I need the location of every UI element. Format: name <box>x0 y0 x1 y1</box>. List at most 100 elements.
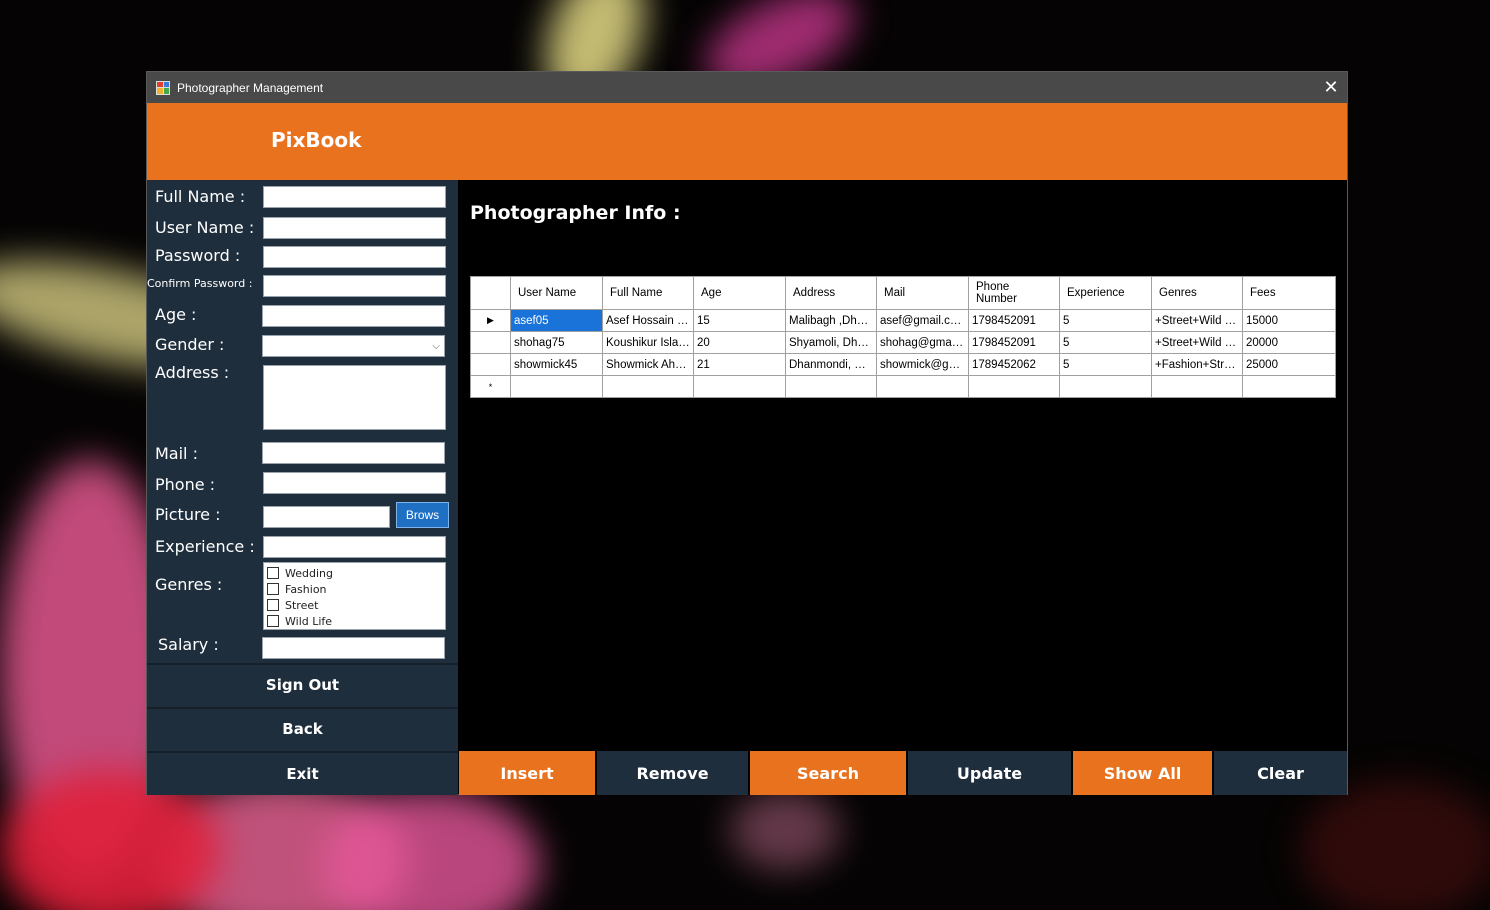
salary-input[interactable] <box>262 637 445 659</box>
column-header[interactable]: Fees <box>1242 276 1336 310</box>
new-row[interactable]: * <box>470 375 1336 398</box>
table-cell[interactable] <box>785 375 877 398</box>
table-cell[interactable]: Koushikur Islam... <box>602 331 694 354</box>
table-cell[interactable] <box>876 375 969 398</box>
table-cell[interactable] <box>602 375 694 398</box>
update-button[interactable]: Update <box>908 751 1073 795</box>
password-label: Password : <box>155 246 241 265</box>
clear-button[interactable]: Clear <box>1214 751 1347 795</box>
age-label: Age : <box>155 305 197 324</box>
insert-button[interactable]: Insert <box>459 751 597 795</box>
table-cell[interactable]: 5 <box>1059 331 1152 354</box>
table-cell[interactable]: 1798452091 <box>968 309 1060 332</box>
column-header[interactable]: Age <box>693 276 786 310</box>
row-header[interactable] <box>470 331 511 354</box>
table-cell[interactable]: +Fashion+Street <box>1151 353 1243 376</box>
table-cell[interactable]: 21 <box>693 353 786 376</box>
new-row-icon[interactable]: * <box>470 375 511 398</box>
table-cell[interactable]: Shyamoli, Dhaka <box>785 331 877 354</box>
current-row-icon[interactable]: ▶ <box>470 309 511 332</box>
table-cell[interactable]: shohag@gmail.... <box>876 331 969 354</box>
salary-label: Salary : <box>158 635 219 654</box>
full-name-label: Full Name : <box>155 187 246 206</box>
column-header[interactable]: Address <box>785 276 877 310</box>
grid-header-row: User Name Full Name Age Address Mail Pho… <box>470 276 1336 310</box>
table-cell[interactable] <box>510 375 603 398</box>
table-cell[interactable]: asef05 <box>510 309 603 332</box>
checkbox-icon[interactable] <box>267 583 279 595</box>
show-all-button[interactable]: Show All <box>1073 751 1214 795</box>
address-textarea[interactable] <box>263 365 446 430</box>
table-cell[interactable]: +Street+Wild Life <box>1151 331 1243 354</box>
table-cell[interactable]: Asef Hossain K... <box>602 309 694 332</box>
table-cell[interactable] <box>968 375 1060 398</box>
table-row[interactable]: shohag75 Koushikur Islam... 20 Shyamoli,… <box>470 331 1336 354</box>
phone-label: Phone : <box>155 475 216 494</box>
column-header[interactable]: Mail <box>876 276 969 310</box>
photographer-management-window: Photographer Management ✕ PixBook Full N… <box>146 71 1348 795</box>
genre-fashion[interactable]: Fashion <box>267 581 442 597</box>
genre-wedding[interactable]: Wedding <box>267 565 442 581</box>
table-cell[interactable] <box>1151 375 1243 398</box>
table-cell[interactable]: Dhanmondi, Dh... <box>785 353 877 376</box>
exit-button[interactable]: Exit <box>147 751 458 795</box>
full-name-input[interactable] <box>263 186 446 208</box>
table-cell[interactable]: 25000 <box>1242 353 1336 376</box>
picture-label: Picture : <box>155 505 221 524</box>
remove-button[interactable]: Remove <box>597 751 750 795</box>
close-icon[interactable]: ✕ <box>1315 72 1347 103</box>
section-title: Photographer Info : <box>470 202 681 224</box>
window-title: Photographer Management <box>177 80 324 95</box>
checkbox-icon[interactable] <box>267 567 279 579</box>
photographer-grid: User Name Full Name Age Address Mail Pho… <box>470 276 1336 398</box>
user-name-input[interactable] <box>263 217 446 239</box>
mail-input[interactable] <box>262 442 445 464</box>
column-header[interactable]: User Name <box>510 276 603 310</box>
table-cell[interactable]: shohag75 <box>510 331 603 354</box>
header-banner: PixBook <box>147 103 1347 180</box>
phone-input[interactable] <box>263 472 446 494</box>
table-cell[interactable] <box>693 375 786 398</box>
table-row[interactable]: ▶ asef05 Asef Hossain K... 15 Malibagh ,… <box>470 309 1336 332</box>
genre-wild-life[interactable]: Wild Life <box>267 613 442 629</box>
age-input[interactable] <box>262 305 445 327</box>
row-header[interactable] <box>470 353 511 376</box>
password-input[interactable] <box>263 246 446 268</box>
column-header[interactable]: Experience <box>1059 276 1152 310</box>
table-cell[interactable]: showmick@gm... <box>876 353 969 376</box>
table-cell[interactable]: 1789452062 <box>968 353 1060 376</box>
confirm-password-input[interactable] <box>263 275 446 297</box>
table-cell[interactable]: showmick45 <box>510 353 603 376</box>
table-cell[interactable]: 20000 <box>1242 331 1336 354</box>
genre-street[interactable]: Street <box>267 597 442 613</box>
table-cell[interactable]: Showmick Ahm... <box>602 353 694 376</box>
table-cell[interactable]: 20 <box>693 331 786 354</box>
search-button[interactable]: Search <box>750 751 908 795</box>
table-cell[interactable]: 5 <box>1059 309 1152 332</box>
column-header[interactable]: Full Name <box>602 276 694 310</box>
browse-button[interactable]: Brows <box>396 502 449 528</box>
table-cell[interactable]: 15000 <box>1242 309 1336 332</box>
table-row[interactable]: showmick45 Showmick Ahm... 21 Dhanmondi,… <box>470 353 1336 376</box>
confirm-password-label: Confirm Password : <box>147 277 253 290</box>
back-button[interactable]: Back <box>147 707 458 749</box>
table-cell[interactable] <box>1059 375 1152 398</box>
checkbox-icon[interactable] <box>267 615 279 627</box>
picture-path-input[interactable] <box>263 506 390 528</box>
checkbox-icon[interactable] <box>267 599 279 611</box>
gender-label: Gender : <box>155 335 225 354</box>
experience-input[interactable] <box>263 536 446 558</box>
column-header[interactable]: Genres <box>1151 276 1243 310</box>
table-cell[interactable]: 15 <box>693 309 786 332</box>
table-cell[interactable]: Malibagh ,Dhaka <box>785 309 877 332</box>
column-header[interactable]: Phone Number <box>968 276 1060 310</box>
table-cell[interactable]: 5 <box>1059 353 1152 376</box>
user-name-label: User Name : <box>155 218 255 237</box>
table-cell[interactable]: +Street+Wild Life <box>1151 309 1243 332</box>
table-cell[interactable]: 1798452091 <box>968 331 1060 354</box>
brand-title: PixBook <box>271 128 362 152</box>
table-cell[interactable]: asef@gmail.com <box>876 309 969 332</box>
gender-select[interactable]: ⌵ <box>262 335 445 357</box>
table-cell[interactable] <box>1242 375 1336 398</box>
sign-out-button[interactable]: Sign Out <box>147 663 458 705</box>
